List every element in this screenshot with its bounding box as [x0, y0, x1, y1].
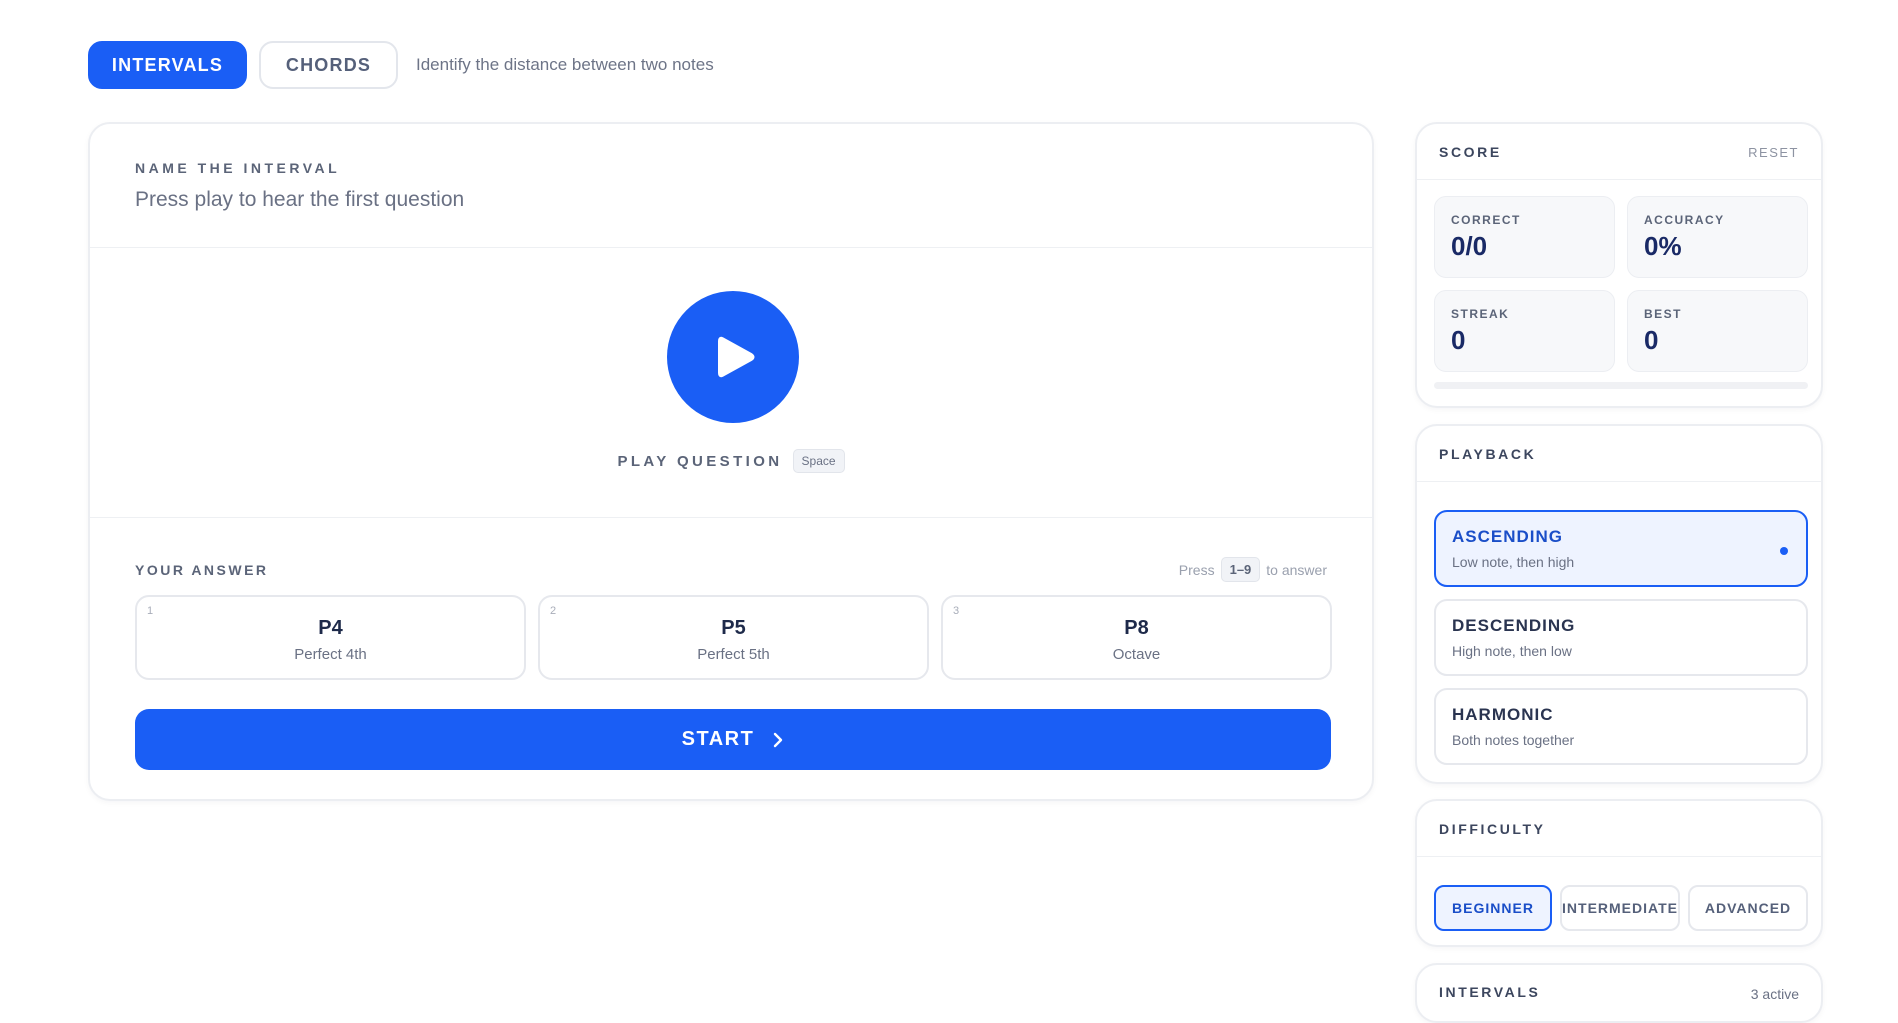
- stat-value: 0/0: [1451, 231, 1488, 261]
- playback-options: ASCENDING Low note, then high DESCENDING…: [1434, 510, 1808, 777]
- play-question-label: PLAY QUESTION: [617, 452, 783, 470]
- answer-option-p8[interactable]: 3 P8 Octave: [941, 595, 1332, 680]
- playback-header: PLAYBACK: [1417, 426, 1821, 482]
- stat-value: 0: [1644, 325, 1659, 355]
- score-title: SCORE: [1439, 144, 1502, 160]
- answer-hint-prefix: Press: [1178, 561, 1215, 578]
- tab-intervals[interactable]: INTERVALS: [88, 41, 247, 89]
- question-header: NAME THE INTERVAL Press play to hear the…: [90, 124, 1372, 248]
- difficulty-title: DIFFICULTY: [1439, 821, 1546, 837]
- play-question-button[interactable]: [667, 291, 799, 423]
- selected-dot-icon: [1780, 547, 1788, 555]
- playback-option-name: HARMONIC: [1452, 705, 1554, 724]
- answer-number: 1: [147, 605, 154, 617]
- question-prompt: Press play to hear the first question: [135, 188, 465, 211]
- difficulty-intermediate-button[interactable]: INTERMEDIATE: [1560, 885, 1680, 931]
- exercise-card: NAME THE INTERVAL Press play to hear the…: [88, 122, 1374, 801]
- score-stats: CORRECT 0/0 ACCURACY 0% STREAK 0 BEST 0: [1434, 196, 1808, 372]
- answer-name: Perfect 5th: [697, 646, 770, 663]
- tab-chords[interactable]: CHORDS: [259, 41, 398, 89]
- chevron-right-icon: [772, 732, 784, 748]
- intervals-active-count: 3 active: [1750, 986, 1799, 1002]
- score-panel: SCORE RESET CORRECT 0/0 ACCURACY 0% STRE…: [1415, 122, 1823, 408]
- stat-label: CORRECT: [1451, 213, 1521, 227]
- intervals-panel: INTERVALS 3 active: [1415, 963, 1823, 1023]
- stat-value: 0%: [1644, 231, 1682, 261]
- answer-option-p4[interactable]: 1 P4 Perfect 4th: [135, 595, 526, 680]
- answer-hint-keys: 1–9: [1220, 557, 1261, 582]
- answer-number: 2: [550, 605, 557, 617]
- answer-header: YOUR ANSWER Press 1–9 to answer: [135, 557, 1327, 582]
- answer-name: Octave: [1112, 646, 1161, 663]
- start-button-label: START: [681, 728, 755, 750]
- stat-best: BEST 0: [1627, 290, 1808, 372]
- score-header: SCORE RESET: [1417, 124, 1821, 180]
- mode-bar: INTERVALS CHORDS Identify the distance b…: [88, 41, 714, 89]
- playback-option-desc: Both notes together: [1452, 732, 1575, 748]
- stat-label: ACCURACY: [1644, 213, 1725, 227]
- stat-label: STREAK: [1451, 307, 1510, 321]
- reset-button[interactable]: RESET: [1748, 145, 1799, 160]
- score-progress-bar: [1434, 382, 1808, 389]
- answer-name: Perfect 4th: [294, 646, 367, 663]
- answer-number: 3: [953, 605, 960, 617]
- answer-hint: Press 1–9 to answer: [1179, 557, 1327, 582]
- intervals-title: INTERVALS: [1439, 984, 1541, 1000]
- difficulty-advanced-button[interactable]: ADVANCED: [1688, 885, 1808, 931]
- playback-option-desc: High note, then low: [1452, 643, 1572, 659]
- playback-option-name: ASCENDING: [1452, 527, 1564, 546]
- stat-accuracy: ACCURACY 0%: [1627, 196, 1808, 278]
- playback-option-ascending[interactable]: ASCENDING Low note, then high: [1434, 510, 1808, 587]
- answer-label: YOUR ANSWER: [135, 561, 269, 578]
- answer-option-p5[interactable]: 2 P5 Perfect 5th: [538, 595, 929, 680]
- question-label: NAME THE INTERVAL: [135, 160, 341, 176]
- answer-abbr: P8: [1124, 617, 1149, 639]
- playback-option-desc: Low note, then high: [1452, 554, 1575, 570]
- play-icon: [716, 335, 756, 379]
- difficulty-header: DIFFICULTY: [1417, 801, 1821, 857]
- answer-abbr: P4: [318, 617, 343, 639]
- mode-description: Identify the distance between two notes: [416, 55, 714, 74]
- start-button[interactable]: START: [135, 709, 1331, 770]
- stat-correct: CORRECT 0/0: [1434, 196, 1615, 278]
- difficulty-beginner-button[interactable]: BEGINNER: [1434, 885, 1552, 931]
- playback-option-name: DESCENDING: [1452, 616, 1576, 635]
- playback-option-harmonic[interactable]: HARMONIC Both notes together: [1434, 688, 1808, 765]
- stat-streak: STREAK 0: [1434, 290, 1615, 372]
- difficulty-panel: DIFFICULTY BEGINNER INTERMEDIATE ADVANCE…: [1415, 799, 1823, 947]
- answer-options: 1 P4 Perfect 4th 2 P5 Perfect 5th 3 P8 O…: [135, 595, 1332, 680]
- answer-abbr: P5: [721, 617, 746, 639]
- playback-option-descending[interactable]: DESCENDING High note, then low: [1434, 599, 1808, 676]
- play-caption: PLAY QUESTION Space: [90, 449, 1372, 473]
- play-shortcut-key: Space: [792, 449, 845, 473]
- answer-hint-suffix: to answer: [1266, 561, 1327, 578]
- playback-title: PLAYBACK: [1439, 446, 1537, 462]
- playback-panel: PLAYBACK ASCENDING Low note, then high D…: [1415, 424, 1823, 784]
- stat-value: 0: [1451, 325, 1466, 355]
- difficulty-options: BEGINNER INTERMEDIATE ADVANCED: [1434, 885, 1808, 931]
- stat-label: BEST: [1644, 307, 1683, 321]
